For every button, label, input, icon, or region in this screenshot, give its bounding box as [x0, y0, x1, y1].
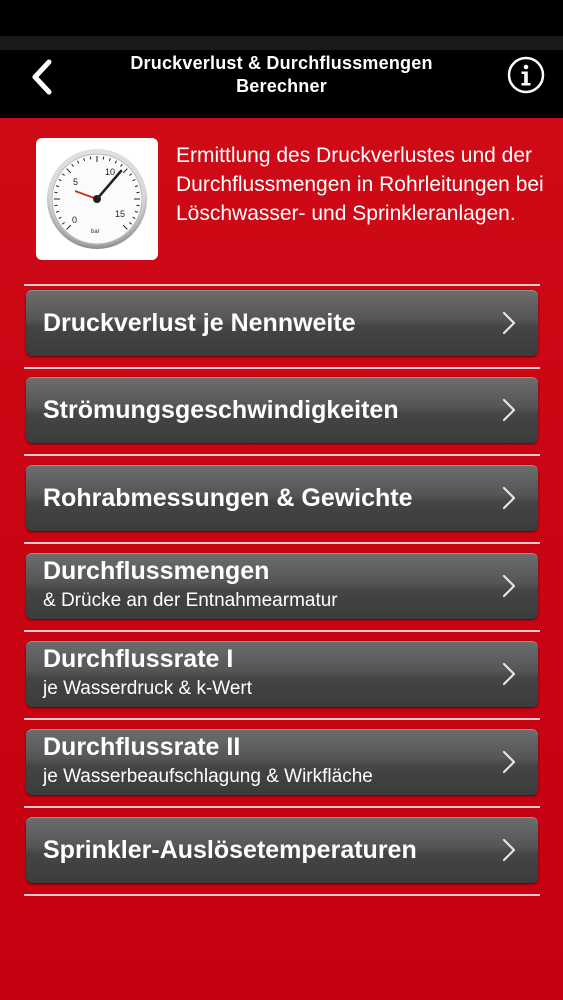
- divider: [24, 806, 540, 808]
- menu-item-title: Sprinkler-Auslösetemperaturen: [43, 836, 417, 864]
- chevron-right-icon: [502, 662, 516, 686]
- info-button[interactable]: [507, 56, 545, 94]
- chevron-right-icon: [502, 838, 516, 862]
- gauge-unit: bar: [91, 229, 100, 235]
- menu-item-title: Druckverlust je Nennweite: [43, 309, 356, 337]
- divider: [24, 284, 540, 286]
- pressure-gauge-image: 0 5 10 15 bar: [36, 138, 158, 260]
- gauge-tick-0: 0: [72, 215, 77, 225]
- navigation-bar: Druckverlust & Durchflussmengen Berechne…: [0, 50, 563, 118]
- divider: [24, 894, 540, 896]
- gauge-tick-5: 5: [73, 177, 78, 187]
- status-bar: [0, 0, 563, 36]
- divider: [24, 454, 540, 456]
- menu-item-sprinkler[interactable]: Sprinkler-Auslösetemperaturen: [26, 817, 538, 883]
- intro-section: 0 5 10 15 bar Ermittlung des Druckverlus…: [36, 138, 544, 262]
- main-content: 0 5 10 15 bar Ermittlung des Druckverlus…: [0, 118, 563, 1000]
- intro-description: Ermittlung des Druckverlustes und der Du…: [176, 144, 544, 225]
- chevron-right-icon: [502, 750, 516, 774]
- menu-item-rohrabmessungen[interactable]: Rohrabmessungen & Gewichte: [26, 465, 538, 531]
- menu-item-stroemung[interactable]: Strömungsgeschwindigkeiten: [26, 377, 538, 443]
- chevron-right-icon: [502, 311, 516, 335]
- menu-item-durchflussmengen[interactable]: Durchflussmengen & Drücke an der Entnahm…: [26, 553, 538, 619]
- info-icon: [507, 56, 545, 94]
- menu-item-subtitle: je Wasserbeaufschlagung & Wirkfläche: [43, 766, 373, 787]
- chevron-right-icon: [502, 398, 516, 422]
- back-button[interactable]: [22, 52, 62, 102]
- chevron-right-icon: [502, 486, 516, 510]
- menu-item-title: Strömungsgeschwindigkeiten: [43, 396, 399, 424]
- chevron-left-icon: [32, 59, 52, 95]
- menu-item-durchflussrate-1[interactable]: Durchflussrate I je Wasserdruck & k-Wert: [26, 641, 538, 707]
- divider: [24, 367, 540, 369]
- menu-item-subtitle: & Drücke an der Entnahmearmatur: [43, 590, 338, 611]
- menu-item-title: Durchflussmengen: [43, 557, 270, 585]
- pressure-gauge-icon: 0 5 10 15 bar: [47, 149, 147, 249]
- gauge-tick-15: 15: [115, 209, 125, 219]
- divider: [24, 630, 540, 632]
- menu-item-subtitle: je Wasserdruck & k-Wert: [43, 678, 253, 699]
- menu-item-durchflussrate-2[interactable]: Durchflussrate II je Wasserbeaufschlagun…: [26, 729, 538, 795]
- menu-item-title: Rohrabmessungen & Gewichte: [43, 484, 413, 512]
- gauge-tick-10: 10: [105, 167, 115, 177]
- menu-item-title: Durchflussrate I: [43, 645, 234, 673]
- divider: [24, 718, 540, 720]
- chevron-right-icon: [502, 574, 516, 598]
- menu-item-title: Durchflussrate II: [43, 733, 241, 761]
- menu-item-druckverlust[interactable]: Druckverlust je Nennweite: [26, 290, 538, 356]
- divider: [24, 542, 540, 544]
- page-title: Druckverlust & Durchflussmengen Berechne…: [130, 53, 433, 96]
